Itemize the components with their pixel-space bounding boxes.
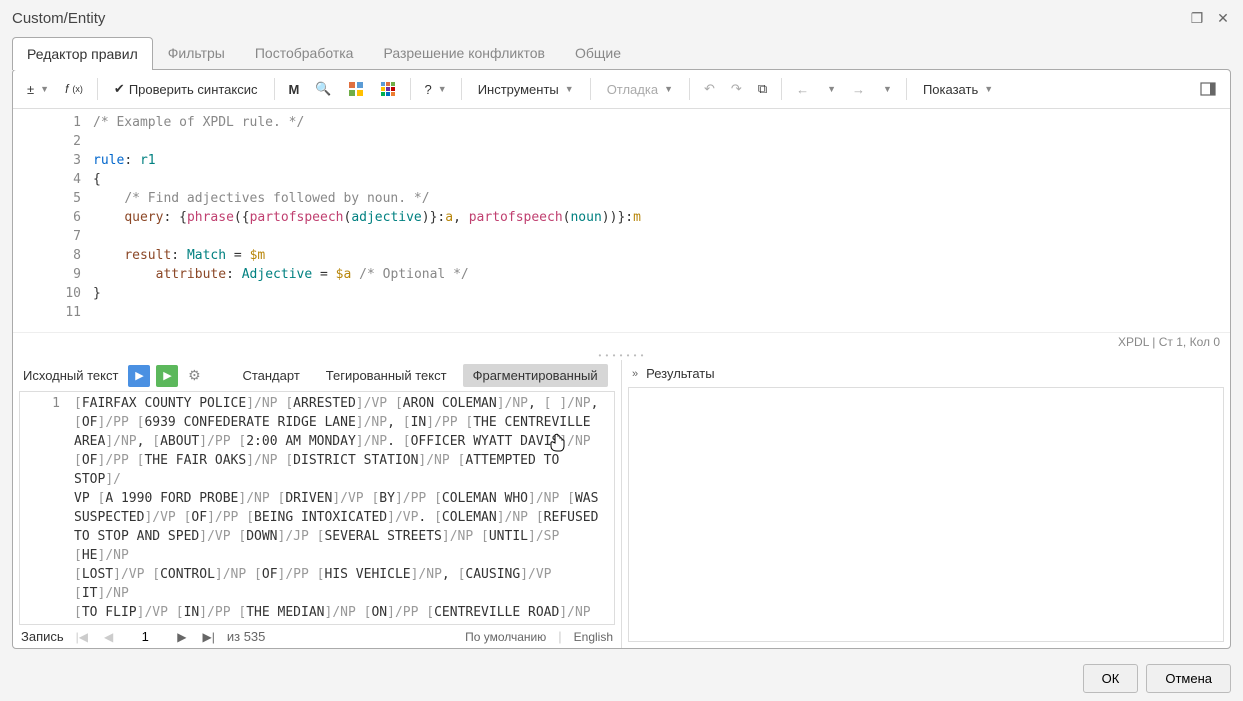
separator xyxy=(461,78,462,100)
tab-postprocessing[interactable]: Постобработка xyxy=(240,36,369,69)
undo-icon[interactable]: ↶ xyxy=(698,76,721,102)
fx-button[interactable]: f(x) xyxy=(59,76,89,102)
debug-label: Отладка xyxy=(607,82,658,97)
tab-conflict-resolution[interactable]: Разрешение конфликтов xyxy=(368,36,560,69)
help-button[interactable]: ?▼ xyxy=(419,76,453,102)
gear-icon[interactable]: ⚙ xyxy=(184,366,204,386)
record-nav: Запись |◀ ◀ ▶ ▶| из 535 По умолчанию | E… xyxy=(13,625,621,648)
code-body[interactable]: /* Example of XPDL rule. */ rule: r1{ /*… xyxy=(93,109,1230,332)
editor-status: XPDL | Ст 1, Кол 0 xyxy=(13,332,1230,351)
window-title: Custom/Entity xyxy=(12,10,105,27)
search-icon[interactable]: 🔍 xyxy=(309,76,337,102)
results-pane xyxy=(628,387,1224,642)
separator xyxy=(274,78,275,100)
tab-rule-editor[interactable]: Редактор правил xyxy=(12,37,153,70)
check-syntax-button[interactable]: ✔ Проверить синтаксис xyxy=(106,76,266,102)
text-line-number: 1 xyxy=(20,392,70,624)
maximize-icon[interactable]: ❐ xyxy=(1189,10,1205,26)
tab-general[interactable]: Общие xyxy=(560,36,636,69)
tab-filters[interactable]: Фильтры xyxy=(153,36,240,69)
nav-total: из 535 xyxy=(227,629,266,644)
text-pane: 1 [FAIRFAX COUNTY POLICE]/NP [ARRESTED]/… xyxy=(19,391,615,625)
content-box: ±▼ f(x) ✔ Проверить синтаксис M 🔍 ?▼ Инс… xyxy=(12,69,1231,649)
results-header: » Результаты xyxy=(622,360,1230,387)
titlebar: Custom/Entity ❐ ✕ xyxy=(0,0,1243,36)
status-lang: XPDL xyxy=(1118,335,1149,349)
line-gutter: 1234567891011 xyxy=(13,109,93,332)
nav-prev-icon[interactable]: ◀ xyxy=(100,630,117,644)
nav-forward-dropdown[interactable]: ▼ xyxy=(875,76,898,102)
external-link-icon[interactable]: ⧉ xyxy=(752,76,773,102)
bold-m-button[interactable]: M xyxy=(283,76,306,102)
expand-icon[interactable]: » xyxy=(632,368,638,380)
cancel-button[interactable]: Отмена xyxy=(1146,664,1231,693)
ok-button[interactable]: ОК xyxy=(1083,664,1139,693)
language-label: English xyxy=(574,630,613,644)
nav-last-icon[interactable]: ▶| xyxy=(198,630,218,644)
show-label: Показать xyxy=(923,82,978,97)
nav-next-icon[interactable]: ▶ xyxy=(173,630,190,644)
lower-panes: Исходный текст ▶ ▶ ⚙ Стандарт Тегированн… xyxy=(13,360,1230,648)
check-syntax-label: Проверить синтаксис xyxy=(129,82,258,97)
nav-back-dropdown[interactable]: ▼ xyxy=(819,76,842,102)
dialog-window: Custom/Entity ❐ ✕ Редактор правил Фильтр… xyxy=(0,0,1243,701)
tools-button[interactable]: Инструменты▼ xyxy=(470,76,582,102)
view-tab-fragmented[interactable]: Фрагментированный xyxy=(463,364,608,387)
record-input[interactable] xyxy=(125,629,165,644)
debug-button[interactable]: Отладка▼ xyxy=(599,76,681,102)
grid2-icon[interactable] xyxy=(374,76,402,102)
split-handle[interactable]: • • • • • • • xyxy=(13,351,1230,360)
window-controls: ❐ ✕ xyxy=(1189,10,1231,26)
panel-toggle-icon[interactable] xyxy=(1194,76,1222,102)
grid1-icon[interactable] xyxy=(342,76,370,102)
source-label: Исходный текст xyxy=(19,366,122,385)
nav-first-icon[interactable]: |◀ xyxy=(72,630,92,644)
separator xyxy=(97,78,98,100)
nav-back-icon[interactable]: ← xyxy=(790,76,815,102)
separator xyxy=(906,78,907,100)
source-text-pane: Исходный текст ▶ ▶ ⚙ Стандарт Тегированн… xyxy=(13,360,622,648)
view-tab-standard[interactable]: Стандарт xyxy=(232,364,309,387)
separator xyxy=(689,78,690,100)
separator xyxy=(590,78,591,100)
run-button[interactable]: ▶ xyxy=(128,365,150,387)
results-label: Результаты xyxy=(646,366,714,381)
text-body[interactable]: [FAIRFAX COUNTY POLICE]/NP [ARRESTED]/VP… xyxy=(70,392,614,624)
separator xyxy=(781,78,782,100)
main-tabs: Редактор правил Фильтры Постобработка Ра… xyxy=(0,36,1243,69)
redo-icon[interactable]: ↷ xyxy=(725,76,748,102)
code-editor[interactable]: 1234567891011 /* Example of XPDL rule. *… xyxy=(13,109,1230,332)
source-toolbar: Исходный текст ▶ ▶ ⚙ Стандарт Тегированн… xyxy=(13,360,621,391)
split-dots-icon: • • • • • • • xyxy=(599,351,645,360)
run-all-button[interactable]: ▶ xyxy=(156,365,178,387)
results-pane-wrap: » Результаты xyxy=(622,360,1230,648)
view-tab-tagged[interactable]: Тегированный текст xyxy=(316,364,457,387)
default-label: По умолчанию xyxy=(465,630,546,644)
tools-label: Инструменты xyxy=(478,82,559,97)
show-button[interactable]: Показать▼ xyxy=(915,76,1001,102)
close-icon[interactable]: ✕ xyxy=(1215,10,1231,26)
dialog-footer: ОК Отмена xyxy=(1083,664,1231,693)
toolbar: ±▼ f(x) ✔ Проверить синтаксис M 🔍 ?▼ Инс… xyxy=(13,70,1230,109)
status-pos: Ст 1, Кол 0 xyxy=(1159,335,1220,349)
separator xyxy=(410,78,411,100)
record-label: Запись xyxy=(21,629,64,644)
nav-forward-icon[interactable]: → xyxy=(846,76,871,102)
plus-minus-button[interactable]: ±▼ xyxy=(21,76,55,102)
